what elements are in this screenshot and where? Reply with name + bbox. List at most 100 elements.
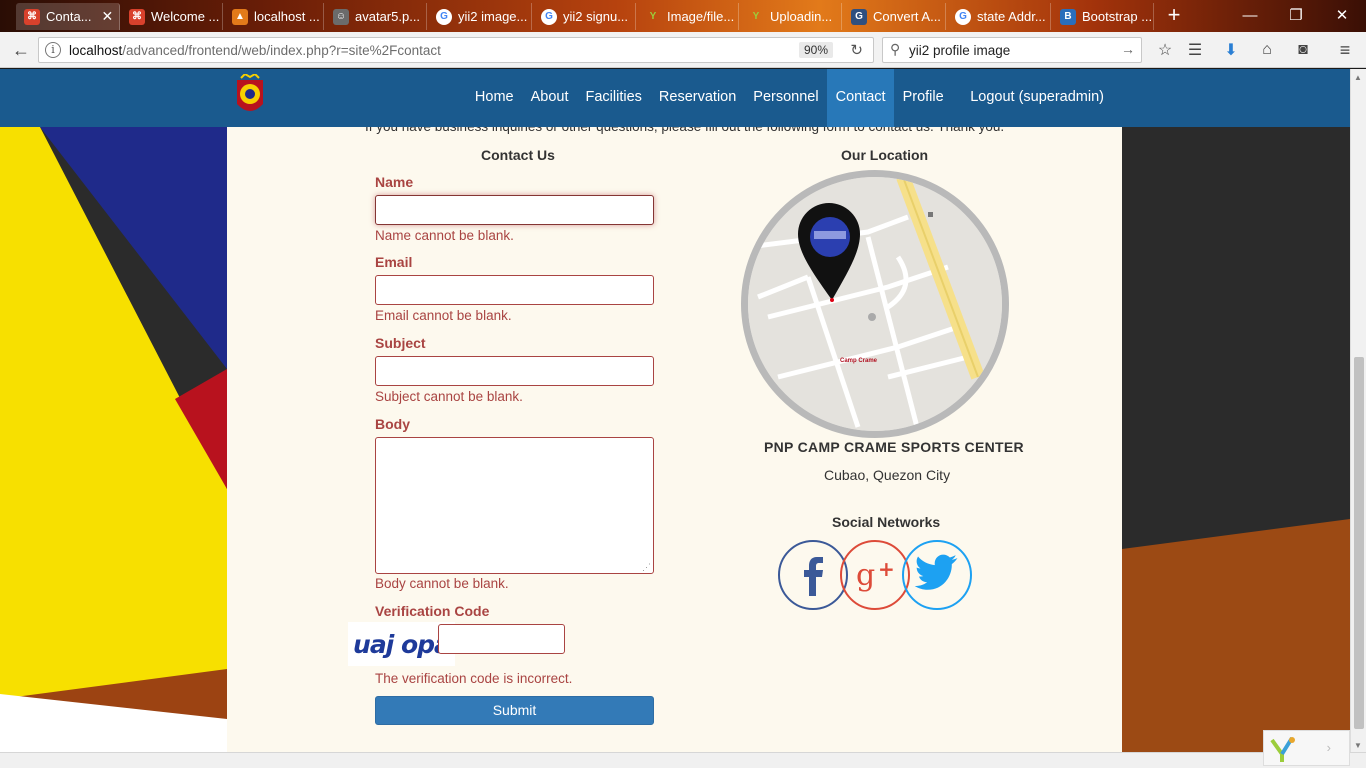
tab-label: yii2 signu... — [563, 9, 629, 24]
google-favicon-icon: G — [541, 8, 557, 25]
yii-favicon-icon: ⌘ — [129, 8, 145, 25]
tab-contact[interactable]: ⌘ Conta... ✕ — [16, 3, 120, 30]
map-graphic — [748, 177, 1002, 431]
name-label: Name — [375, 174, 414, 190]
social-title: Social Networks — [832, 514, 941, 530]
google-plus-icon: g + — [856, 557, 895, 593]
tab-label: state Addr... — [977, 9, 1046, 24]
browser-toolbar: ← i localhost/advanced/frontend/web/inde… — [0, 32, 1366, 68]
search-go-arrow-icon[interactable]: → — [1121, 41, 1135, 57]
search-box[interactable]: ⚲ yii2 profile image → — [882, 37, 1142, 63]
subject-label: Subject — [375, 335, 426, 351]
location-map[interactable] — [741, 170, 1009, 438]
name-error: Name cannot be blank. — [375, 228, 514, 243]
subject-input[interactable] — [375, 356, 654, 386]
tab-avatar[interactable]: ☺ avatar5.p... — [325, 3, 427, 30]
tab-label: Image/file... — [667, 9, 735, 24]
menu-hamburger-icon[interactable]: ≡ — [1332, 38, 1358, 62]
nav-personnel[interactable]: Personnel — [745, 69, 827, 127]
convert-favicon-icon: G — [851, 8, 867, 25]
pnp-logo[interactable] — [233, 74, 267, 118]
info-icon[interactable]: i — [45, 42, 61, 58]
facebook-button[interactable] — [778, 540, 848, 610]
tab-uploading[interactable]: Y Uploadin... — [740, 3, 842, 30]
tab-localhost[interactable]: ▲ localhost ... — [224, 3, 324, 30]
svg-text:+: + — [878, 557, 895, 581]
submit-button[interactable]: Submit — [375, 696, 654, 725]
tab-label: Convert A... — [873, 9, 941, 24]
reading-list-icon[interactable]: ☰ — [1182, 38, 1208, 62]
nav-about[interactable]: About — [522, 69, 577, 127]
tab-label: Conta... — [46, 9, 92, 24]
yii-leaf-favicon-icon: Y — [649, 11, 657, 22]
nav-profile[interactable]: Profile — [894, 69, 952, 127]
email-error: Email cannot be blank. — [375, 308, 512, 323]
back-arrow-icon[interactable]: ← — [8, 38, 34, 62]
minimize-icon[interactable]: — — [1227, 0, 1273, 30]
tab-bootstrap[interactable]: B Bootstrap ... — [1052, 3, 1154, 30]
zoom-indicator[interactable]: 90% — [798, 42, 833, 58]
nav-reservation[interactable]: Reservation — [650, 69, 744, 127]
yii-favicon-icon: ⌘ — [24, 8, 40, 25]
scrollbar-thumb[interactable] — [1354, 357, 1364, 729]
tab-welcome[interactable]: ⌘ Welcome ... — [121, 3, 223, 30]
nav-logout[interactable]: Logout (superadmin) — [952, 69, 1120, 127]
tab-yii2-signup[interactable]: G yii2 signu... — [533, 3, 636, 30]
body-label: Body — [375, 416, 410, 432]
tab-convert[interactable]: G Convert A... — [843, 3, 946, 30]
tab-label: Welcome ... — [151, 9, 220, 24]
download-icon[interactable]: ⬇ — [1218, 38, 1244, 62]
home-icon[interactable]: ⌂ — [1254, 38, 1280, 62]
address-bar[interactable]: i localhost/advanced/frontend/web/index.… — [38, 37, 874, 63]
tab-label: yii2 image... — [458, 9, 528, 24]
site-menu: Home About Facilities Reservation Person… — [466, 69, 1120, 127]
verification-label: Verification Code — [375, 603, 490, 619]
url-text[interactable]: localhost/advanced/frontend/web/index.ph… — [69, 43, 441, 58]
pocket-icon[interactable]: ◙ — [1290, 38, 1316, 62]
body-textarea[interactable]: ⋰ — [375, 437, 654, 574]
scroll-up-icon[interactable]: ▲ — [1354, 73, 1362, 82]
tab-yii2-image[interactable]: G yii2 image... — [428, 3, 532, 30]
tab-label: avatar5.p... — [355, 9, 421, 24]
location-city: Cubao, Quezon City — [824, 467, 951, 483]
verification-error: The verification code is incorrect. — [375, 671, 573, 686]
search-input[interactable]: yii2 profile image — [909, 43, 1010, 58]
url-host: localhost — [69, 43, 123, 58]
tab-label: Bootstrap ... — [1082, 9, 1153, 24]
google-favicon-icon: G — [955, 8, 971, 25]
close-window-icon[interactable]: ✕ — [1319, 0, 1365, 30]
nav-facilities[interactable]: Facilities — [577, 69, 650, 127]
google-favicon-icon: G — [436, 8, 452, 25]
scroll-down-icon[interactable]: ▼ — [1354, 741, 1362, 750]
twitter-button[interactable] — [902, 540, 972, 610]
browser-tab-strip: ⌘ Conta... ✕ ⌘ Welcome ... ▲ localhost .… — [0, 0, 1366, 32]
name-input[interactable] — [375, 195, 654, 225]
tab-state-address[interactable]: G state Addr... — [947, 3, 1051, 30]
page-scrollbar[interactable]: ▲ ▼ — [1350, 69, 1366, 752]
close-tab-icon[interactable]: ✕ — [102, 8, 114, 25]
browser-status-bar — [0, 752, 1366, 768]
verification-code-input[interactable] — [438, 624, 565, 654]
twitter-icon — [914, 554, 958, 590]
bookmark-star-icon[interactable]: ☆ — [1152, 38, 1178, 62]
facebook-icon — [804, 557, 823, 596]
tab-image-file[interactable]: Y Image/file... — [637, 3, 739, 30]
yii-debug-toolbar[interactable]: › — [1263, 730, 1350, 766]
resize-handle-icon[interactable]: ⋰ — [642, 562, 651, 573]
url-path: /advanced/frontend/web/index.php?r=site%… — [122, 43, 441, 58]
toolbar-expand-icon[interactable]: › — [1327, 740, 1331, 755]
restore-icon[interactable]: ❐ — [1273, 0, 1319, 30]
yii-logo-icon[interactable] — [1268, 734, 1298, 764]
email-input[interactable] — [375, 275, 654, 305]
google-plus-button[interactable]: g + — [840, 540, 910, 610]
nav-contact[interactable]: Contact — [827, 69, 895, 127]
xampp-favicon-icon: ▲ — [232, 8, 248, 25]
new-tab-icon[interactable]: + — [1162, 4, 1186, 28]
search-icon: ⚲ — [890, 41, 901, 57]
bootstrap-favicon-icon: B — [1060, 8, 1076, 25]
page-viewport: Home About Facilities Reservation Person… — [0, 69, 1350, 752]
form-title: Contact Us — [481, 147, 555, 163]
nav-home[interactable]: Home — [466, 69, 522, 127]
tab-label: localhost ... — [254, 9, 320, 24]
reload-icon[interactable]: ↻ — [850, 41, 863, 59]
